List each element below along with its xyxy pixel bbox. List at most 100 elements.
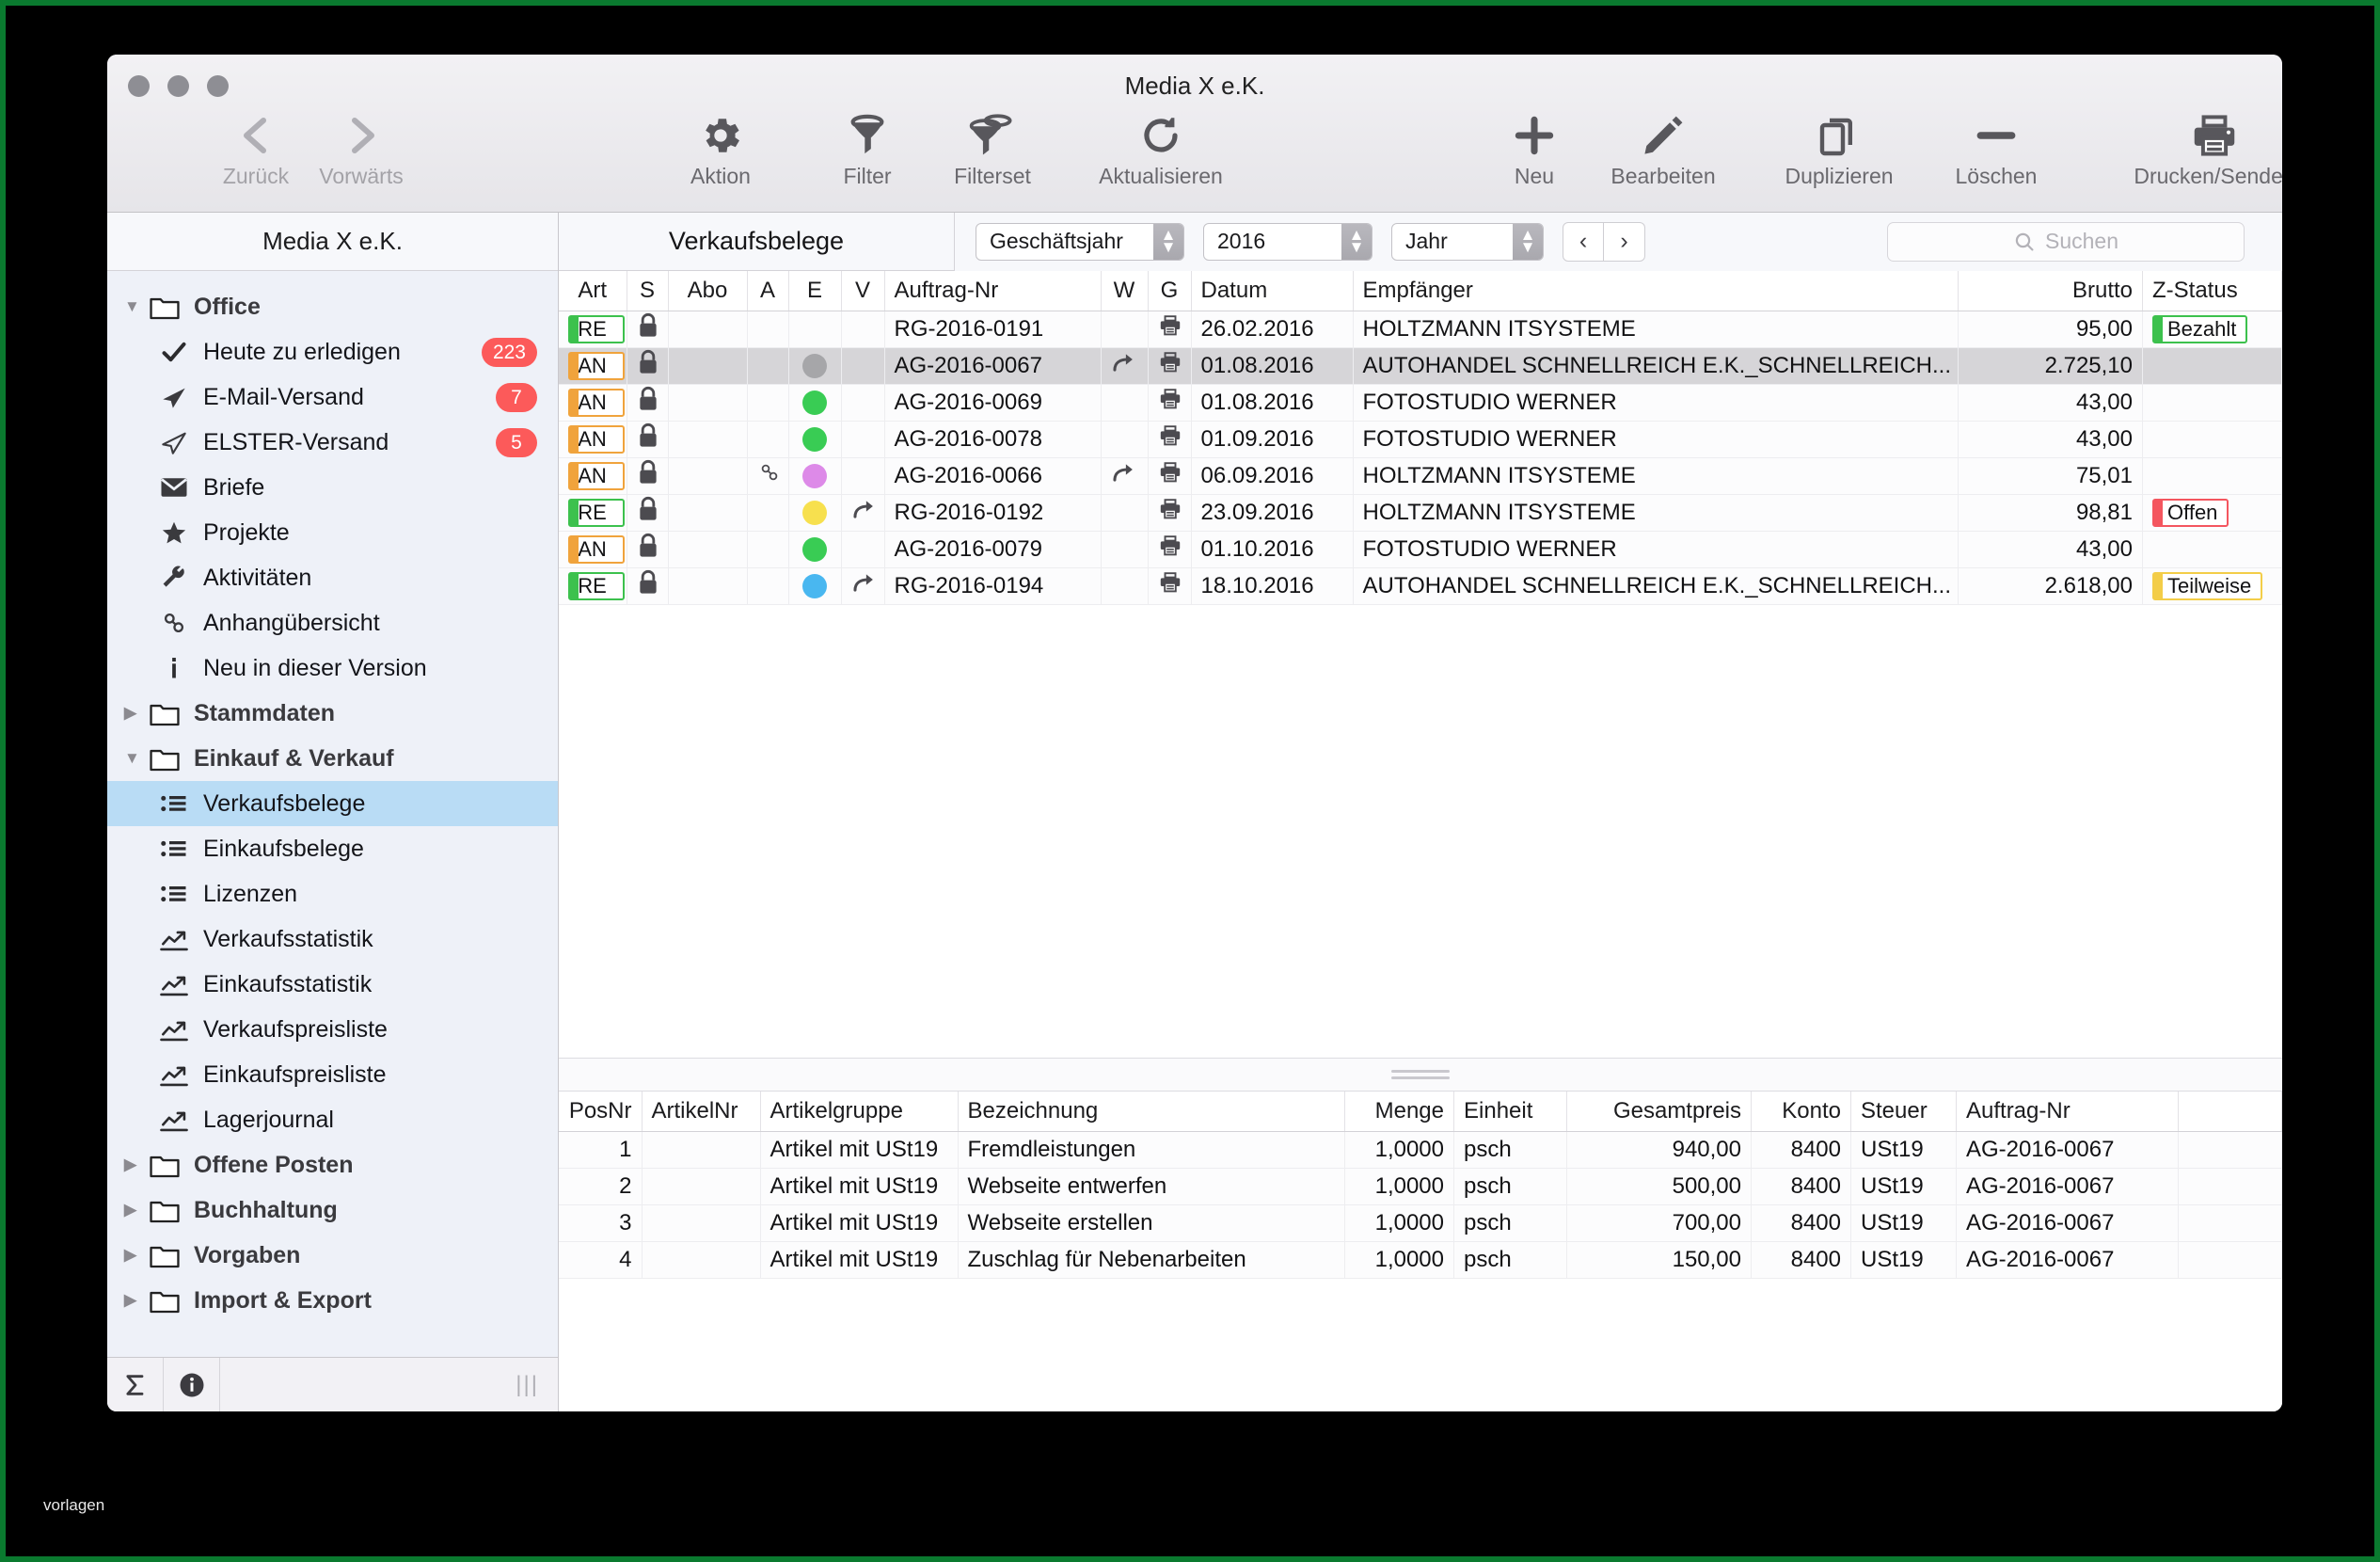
sidebar-item-anhang-bersicht[interactable]: Anhangübersicht xyxy=(107,600,558,646)
column-header-z-status[interactable]: Z-Status xyxy=(2142,271,2282,311)
disclosure-triangle-icon[interactable] xyxy=(124,1291,149,1310)
pane-splitter[interactable] xyxy=(559,1058,2282,1092)
forward-button[interactable]: Vorwärts xyxy=(295,109,427,189)
table-row[interactable]: AN AG-2016-0067 01.08.2016 AUTOHANDEL SCHNE… xyxy=(559,347,2282,385)
cell-datum: 18.10.2016 xyxy=(1191,567,1354,605)
column-header-empf-nger[interactable]: Empfänger xyxy=(1353,271,1959,311)
splitter-grip[interactable] xyxy=(1391,1066,1450,1083)
back-button[interactable]: Zurück xyxy=(218,109,294,189)
column-header-einheit[interactable]: Einheit xyxy=(1453,1092,1567,1132)
bearbeiten-button[interactable]: Bearbeiten xyxy=(1579,109,1748,189)
table-row[interactable]: AN AG-2016-0079 01.10.2016 FOTOSTUDIO WERNE… xyxy=(559,531,2282,568)
table-row[interactable]: AN AG-2016-0066 06.09.2016 HOLTZMANN ITSYST… xyxy=(559,457,2282,495)
sum-button[interactable] xyxy=(107,1358,164,1411)
column-header-steuer[interactable]: Steuer xyxy=(1850,1092,1957,1132)
column-header-gesamtpreis[interactable]: Gesamtpreis xyxy=(1566,1092,1752,1132)
disclosure-triangle-icon[interactable] xyxy=(124,1246,149,1265)
granularity-select[interactable]: Jahr ▲ ▼ xyxy=(1391,222,1544,261)
column-header-brutto[interactable]: Brutto xyxy=(1958,271,2143,311)
column-header-s[interactable]: S xyxy=(627,271,669,311)
disclosure-triangle-icon[interactable] xyxy=(124,297,149,316)
table-row[interactable]: 2 Artikel mit USt19 Webseite entwerfen 1,00… xyxy=(559,1168,2282,1205)
column-header-v[interactable]: V xyxy=(841,271,885,311)
filterset-button[interactable]: Filterset xyxy=(922,109,1063,189)
column-header-w[interactable]: W xyxy=(1101,271,1149,311)
lock-icon xyxy=(637,496,659,528)
send-outline-icon xyxy=(152,429,196,455)
sidebar-item-neu-in-dieser-version[interactable]: Neu in dieser Version xyxy=(107,646,558,691)
info-button[interactable] xyxy=(164,1358,220,1411)
sidebar-item-office[interactable]: Office xyxy=(107,284,558,329)
table-row[interactable]: RE RG-2016-0191 26.02.2016 HOLTZMANN ITSYST… xyxy=(559,311,2282,348)
sidebar-item-import-export[interactable]: Import & Export xyxy=(107,1278,558,1323)
column-header-datum[interactable]: Datum xyxy=(1191,271,1354,311)
column-header-menge[interactable]: Menge xyxy=(1344,1092,1454,1132)
chevron-updown-icon[interactable]: ▲ ▼ xyxy=(1513,223,1543,260)
sidebar-item-einkaufsbelege[interactable]: Einkaufsbelege xyxy=(107,826,558,871)
duplizieren-button[interactable]: Duplizieren xyxy=(1750,109,1928,189)
column-header-g[interactable]: G xyxy=(1148,271,1192,311)
table-row[interactable]: 1 Artikel mit USt19 Fremdleistungen 1,0000 p… xyxy=(559,1131,2282,1169)
sidebar-item-verkaufsstatistik[interactable]: Verkaufsstatistik xyxy=(107,916,558,962)
sidebar-item-briefe[interactable]: Briefe xyxy=(107,465,558,510)
search-input[interactable]: Suchen xyxy=(1887,221,2245,262)
sidebar-item-heute-zu-erledigen[interactable]: Heute zu erledigen 223 xyxy=(107,329,558,375)
disclosure-triangle-icon[interactable] xyxy=(124,749,149,768)
sidebar-item-elster-versand[interactable]: ELSTER-Versand 5 xyxy=(107,420,558,465)
column-header-bezeichnung[interactable]: Bezeichnung xyxy=(958,1092,1345,1132)
column-header-a[interactable]: A xyxy=(747,271,789,311)
column-header-art[interactable]: Art xyxy=(559,271,627,311)
period-prev-button[interactable]: ‹ xyxy=(1563,221,1604,262)
sidebar-item-einkaufspreisliste[interactable]: Einkaufspreisliste xyxy=(107,1052,558,1097)
table-row[interactable]: 3 Artikel mit USt19 Webseite erstellen 1,00… xyxy=(559,1204,2282,1242)
sidebar-item-lagerjournal[interactable]: Lagerjournal xyxy=(107,1097,558,1142)
column-header-auftrag-nr[interactable]: Auftrag-Nr xyxy=(884,271,1102,311)
chevron-updown-icon[interactable]: ▲ ▼ xyxy=(1341,223,1372,260)
cell-z-status xyxy=(2142,384,2282,422)
drucken-senden-button[interactable]: Drucken/Senden xyxy=(2102,109,2282,189)
sidebar-item-einkaufsstatistik[interactable]: Einkaufsstatistik xyxy=(107,962,558,1007)
loeschen-button[interactable]: Löschen xyxy=(1930,109,2062,189)
column-header-abo[interactable]: Abo xyxy=(668,271,748,311)
sidebar-item-verkaufspreisliste[interactable]: Verkaufspreisliste xyxy=(107,1007,558,1052)
column-header-posnr[interactable]: PosNr xyxy=(559,1092,643,1132)
table-row[interactable]: AN AG-2016-0069 01.08.2016 FOTOSTUDIO WERNE… xyxy=(559,384,2282,422)
sidebar-item-einkauf-verkauf[interactable]: Einkauf & Verkauf xyxy=(107,736,558,781)
period-next-button[interactable]: › xyxy=(1604,221,1645,262)
documents-table[interactable]: Art S Abo A E V Auftrag-Nr W G Datum Empfänger Brut… xyxy=(559,271,2282,1058)
neu-button[interactable]: Neu xyxy=(1492,109,1577,189)
column-header-e[interactable]: E xyxy=(788,271,842,311)
table-row[interactable]: RE RG-2016-0192 23.09.2016 HOLTZMANN ITSYST… xyxy=(559,494,2282,532)
period-type-select[interactable]: Geschäftsjahr ▲ ▼ xyxy=(976,222,1184,261)
disclosure-triangle-icon[interactable] xyxy=(124,1156,149,1174)
year-select[interactable]: 2016 ▲ ▼ xyxy=(1203,222,1372,261)
sidebar-item-projekte[interactable]: Projekte xyxy=(107,510,558,555)
sidebar-item-vorgaben[interactable]: Vorgaben xyxy=(107,1233,558,1278)
sidebar-item-offene-posten[interactable]: Offene Posten xyxy=(107,1142,558,1187)
column-header-artikelnr[interactable]: ArtikelNr xyxy=(642,1092,761,1132)
sidebar-item-label: Neu in dieser Version xyxy=(203,654,427,681)
column-header-auftrag-nr[interactable]: Auftrag-Nr xyxy=(1956,1092,2179,1132)
disclosure-triangle-icon[interactable] xyxy=(124,704,149,723)
sidebar-item-e-mail-versand[interactable]: E-Mail-Versand 7 xyxy=(107,375,558,420)
cell-steuer: USt19 xyxy=(1850,1168,1957,1205)
table-row[interactable]: AN AG-2016-0078 01.09.2016 FOTOSTUDIO WERNE… xyxy=(559,421,2282,458)
table-row[interactable]: RE RG-2016-0194 18.10.2016 AUTOHANDEL SCHNE… xyxy=(559,567,2282,605)
chevron-updown-icon[interactable]: ▲ ▼ xyxy=(1153,223,1183,260)
aktualisieren-button[interactable]: Aktualisieren xyxy=(1067,109,1255,189)
column-header-artikelgruppe[interactable]: Artikelgruppe xyxy=(760,1092,959,1132)
sidebar-resize-grip[interactable]: ||| xyxy=(516,1372,539,1398)
sidebar-item-lizenzen[interactable]: Lizenzen xyxy=(107,871,558,916)
cell-abo xyxy=(668,347,748,385)
sidebar-item-stammdaten[interactable]: Stammdaten xyxy=(107,691,558,736)
sidebar-item-aktivit-ten[interactable]: Aktivitäten xyxy=(107,555,558,600)
filter-button[interactable]: Filter xyxy=(820,109,914,189)
sidebar-item-buchhaltung[interactable]: Buchhaltung xyxy=(107,1187,558,1233)
sidebar-item-verkaufsbelege[interactable]: Verkaufsbelege xyxy=(107,781,558,826)
table-row[interactable]: 4 Artikel mit USt19 Zuschlag für Nebenarbe… xyxy=(559,1241,2282,1279)
disclosure-triangle-icon[interactable] xyxy=(124,1201,149,1219)
positions-table[interactable]: PosNr ArtikelNr Artikelgruppe Bezeichnung Me… xyxy=(559,1092,2282,1411)
column-header-konto[interactable]: Konto xyxy=(1751,1092,1851,1132)
period-nav: ‹ › xyxy=(1563,221,1645,262)
aktion-button[interactable]: Aktion xyxy=(664,109,777,189)
